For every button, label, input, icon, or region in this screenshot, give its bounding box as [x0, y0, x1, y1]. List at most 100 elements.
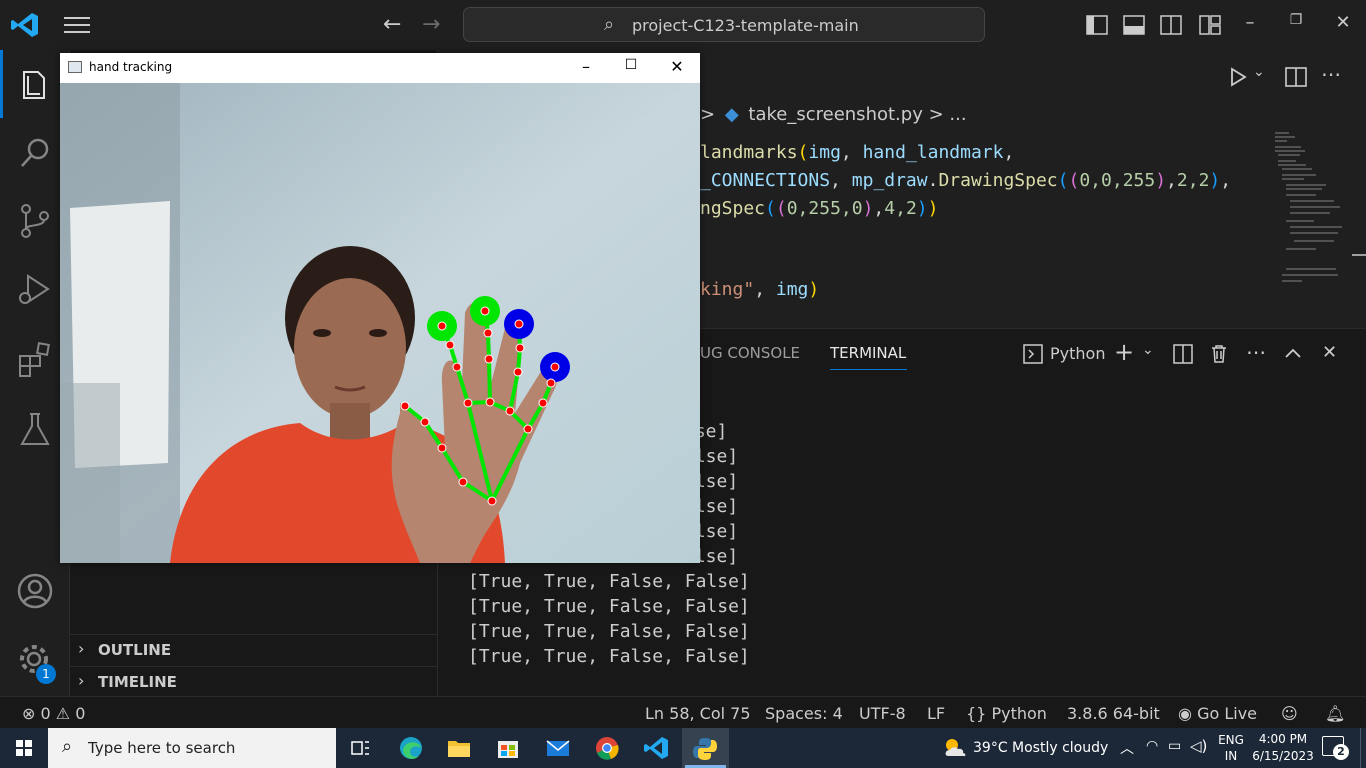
tab-terminal[interactable]: TERMINAL: [830, 344, 906, 362]
code-line: landmarks(img, hand_landmark,: [700, 142, 1015, 163]
minimize-window-icon[interactable]: –: [1237, 12, 1263, 38]
encoding[interactable]: UTF-8: [859, 704, 906, 723]
code-token: 2,2: [1176, 170, 1210, 191]
outline-label: OUTLINE: [98, 641, 172, 659]
battery-icon[interactable]: ▭: [1168, 738, 1181, 754]
window-title: hand tracking: [89, 60, 173, 74]
chevron-down-icon[interactable]: ⌄: [1253, 64, 1265, 80]
python-app-icon[interactable]: [687, 732, 723, 764]
search-view-icon[interactable]: [14, 132, 56, 174]
toggle-panel-icon[interactable]: [1121, 12, 1147, 38]
title-bar: ← → ⌕ project-C123-template-main – ❐ ✕: [0, 0, 1366, 50]
show-hidden-icons-icon[interactable]: ︿: [1120, 738, 1134, 758]
breadcrumb-separator: >: [928, 104, 944, 125]
weather-sun-cloud-icon[interactable]: [940, 736, 970, 760]
clock[interactable]: 4:00 PM 6/15/2023: [1250, 731, 1316, 765]
close-window-icon[interactable]: ✕: [1330, 12, 1356, 38]
toggle-primary-sidebar-icon[interactable]: [1084, 12, 1110, 38]
mail-icon[interactable]: [540, 732, 576, 764]
edge-browser-icon[interactable]: [393, 732, 429, 764]
broadcast-icon: ◉: [1178, 704, 1192, 723]
notification-count: 2: [1333, 744, 1349, 760]
go-live-button[interactable]: ◉ Go Live: [1178, 704, 1257, 723]
breadcrumb-file[interactable]: take_screenshot.py: [748, 104, 922, 125]
panel-actions: Python + ⌄ ⋯ ✕: [1020, 338, 1350, 368]
terminal-output-line: [True, True, False, False]: [468, 596, 750, 617]
network-icon[interactable]: ◠: [1146, 738, 1158, 754]
warning-count: 0: [75, 704, 86, 723]
file-explorer-icon[interactable]: [441, 732, 477, 764]
hand-tracking-window[interactable]: hand tracking – ☐ ✕: [60, 53, 700, 563]
run-python-file-icon[interactable]: [1225, 64, 1251, 90]
split-editor-icon[interactable]: [1283, 64, 1309, 90]
code-token: 0,0,255: [1079, 170, 1156, 191]
chevron-down-icon[interactable]: ⌄: [1142, 342, 1154, 358]
editor-actions: ⌄ ⋯: [1225, 62, 1355, 92]
code-token: _CONNECTIONS: [700, 170, 831, 191]
braces-icon: {}: [966, 704, 987, 723]
app-window-icon: [68, 61, 82, 73]
outline-section-header[interactable]: › OUTLINE: [70, 634, 438, 664]
forward-arrow-icon[interactable]: →: [422, 12, 440, 37]
chevron-right-icon: ›: [78, 639, 85, 658]
problems-indicator[interactable]: ⊗ 0 ⚠ 0: [22, 704, 85, 723]
extensions-icon[interactable]: [14, 338, 56, 380]
more-actions-icon[interactable]: ⋯: [1321, 62, 1341, 86]
close-panel-icon[interactable]: ✕: [1322, 342, 1337, 363]
taskbar-search-box[interactable]: ⌕ Type here to search: [48, 728, 336, 768]
windows-start-icon[interactable]: [0, 728, 48, 768]
command-center-search[interactable]: ⌕ project-C123-template-main: [463, 7, 985, 42]
end-of-line[interactable]: LF: [927, 704, 945, 723]
split-terminal-icon[interactable]: [1172, 343, 1194, 365]
region-code: IN: [1224, 749, 1238, 763]
source-control-icon[interactable]: [14, 200, 56, 242]
task-view-icon[interactable]: [342, 732, 378, 764]
maximize-icon[interactable]: ☐: [608, 57, 654, 79]
volume-icon[interactable]: ◁): [1190, 737, 1207, 755]
chrome-browser-icon[interactable]: [589, 732, 625, 764]
vscode-taskbar-icon[interactable]: [638, 732, 674, 764]
tab-debug-console[interactable]: UG CONSOLE: [700, 344, 800, 362]
kill-terminal-trash-icon[interactable]: [1208, 343, 1230, 365]
python-interpreter[interactable]: 3.8.6 64-bit: [1067, 704, 1160, 723]
scrollbar-thumb[interactable]: [1352, 254, 1366, 256]
back-arrow-icon[interactable]: ←: [383, 12, 401, 37]
accounts-icon[interactable]: [14, 570, 56, 612]
notifications-bell-icon[interactable]: 🔔︎: [1325, 704, 1345, 723]
language-indicator[interactable]: ENG IN: [1218, 732, 1244, 764]
editor-scrollbar[interactable]: [1352, 128, 1366, 328]
active-indicator: [0, 50, 3, 118]
cursor-position[interactable]: Ln 58, Col 75: [645, 704, 751, 723]
maximize-panel-icon[interactable]: [1282, 343, 1304, 365]
explorer-icon[interactable]: [14, 64, 56, 106]
chevron-right-icon: ›: [78, 671, 85, 690]
run-debug-icon[interactable]: [14, 268, 56, 310]
restore-window-icon[interactable]: ❐: [1283, 12, 1309, 38]
breadcrumb-more[interactable]: ...: [949, 104, 966, 125]
weather-text[interactable]: 39°C Mostly cloudy: [973, 740, 1108, 756]
code-line: ngSpec((0,255,0),4,2)): [700, 198, 939, 219]
new-terminal-icon[interactable]: +: [1114, 338, 1134, 366]
minimap[interactable]: [1270, 128, 1350, 328]
hamburger-menu-icon[interactable]: [62, 14, 92, 36]
terminal-profile-label[interactable]: Python: [1050, 344, 1105, 363]
more-actions-icon[interactable]: ⋯: [1246, 340, 1266, 364]
language-mode[interactable]: {} Python: [966, 704, 1047, 723]
minimize-icon[interactable]: –: [563, 57, 609, 79]
language-code: ENG: [1218, 733, 1244, 747]
customize-layout-icon[interactable]: [1197, 12, 1223, 38]
timeline-label: TIMELINE: [98, 673, 177, 691]
terminal-output-line: [True, True, False, False]: [468, 621, 750, 642]
timeline-section-header[interactable]: › TIMELINE: [70, 666, 438, 696]
code-token: img: [775, 279, 809, 300]
clock-time: 4:00 PM: [1258, 732, 1308, 746]
microsoft-store-icon[interactable]: [490, 732, 526, 764]
close-icon[interactable]: ✕: [654, 57, 700, 79]
search-placeholder: Type here to search: [88, 739, 236, 757]
testing-flask-icon[interactable]: [14, 408, 56, 450]
error-count: 0: [40, 704, 51, 723]
indentation[interactable]: Spaces: 4: [765, 704, 843, 723]
toggle-secondary-sidebar-icon[interactable]: [1158, 12, 1184, 38]
show-desktop-button[interactable]: [1360, 728, 1366, 768]
feedback-icon[interactable]: ☺: [1281, 704, 1298, 723]
